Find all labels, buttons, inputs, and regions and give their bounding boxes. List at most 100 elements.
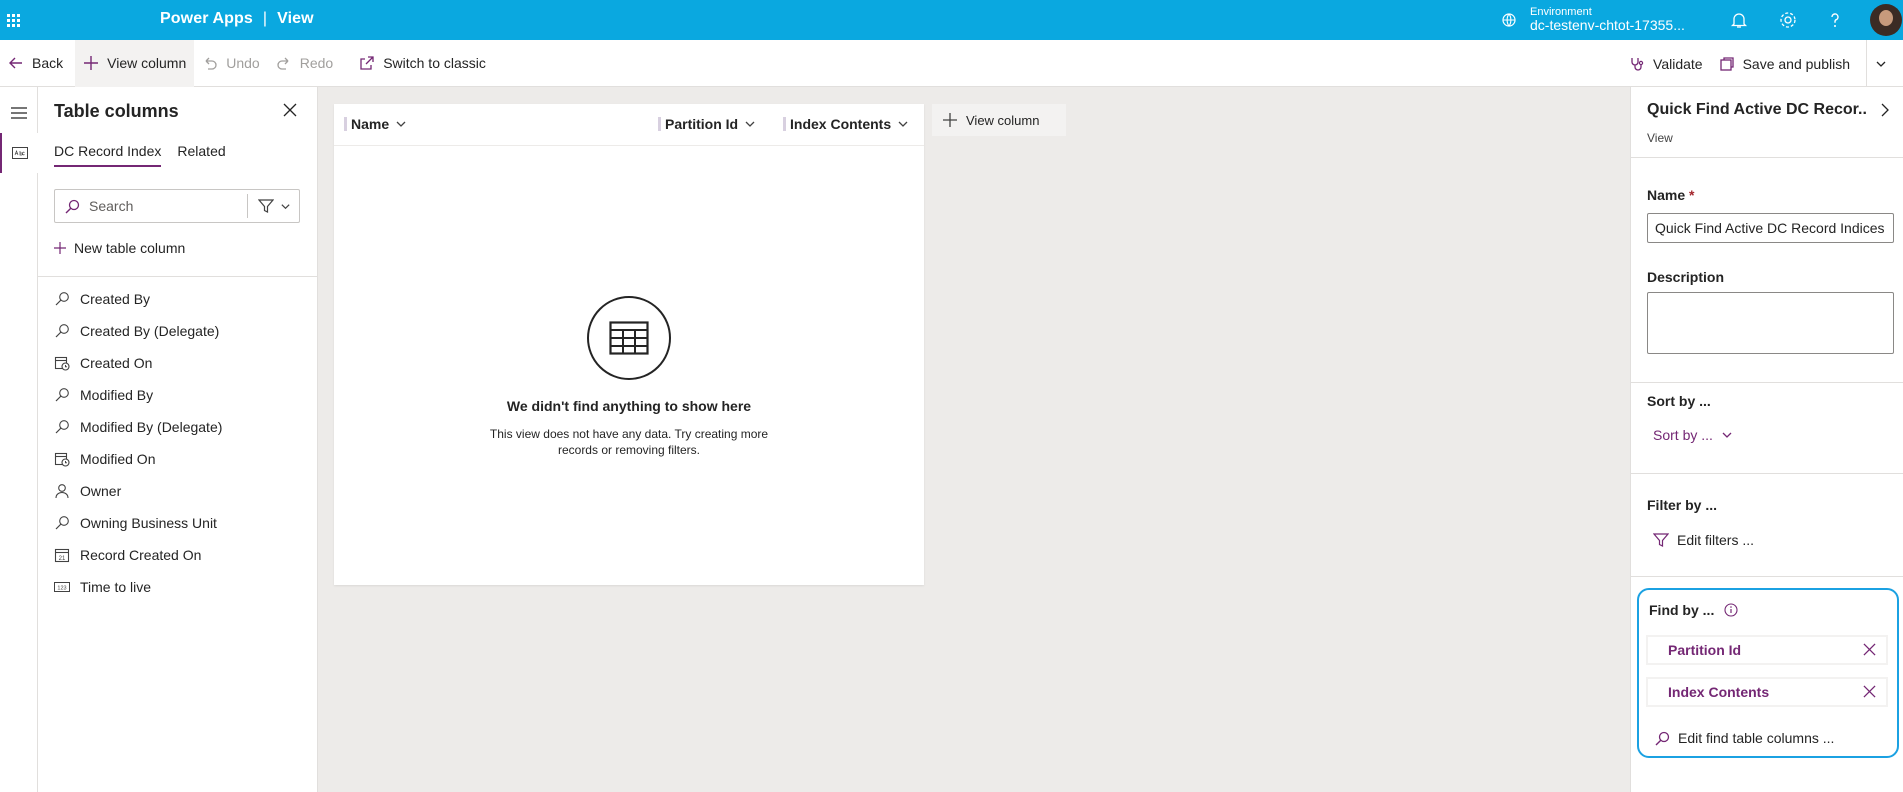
column-list-label: Modified On	[80, 451, 156, 467]
column-resize-handle[interactable]	[658, 117, 661, 131]
column-list-label: Record Created On	[80, 547, 202, 563]
save-and-publish-button[interactable]: Save and publish	[1711, 40, 1858, 87]
column-list-item[interactable]: Modified On	[54, 443, 304, 475]
switch-to-classic-button[interactable]: Switch to classic	[351, 40, 494, 87]
column-header-index-contents[interactable]: Index Contents	[783, 116, 909, 132]
settings-button[interactable]	[1777, 9, 1799, 31]
title-separator: |	[262, 10, 268, 27]
redo-label: Redo	[299, 55, 334, 71]
command-bar: Back View column Undo Redo Switch to cla…	[0, 39, 1903, 87]
collapse-properties-button[interactable]	[1879, 103, 1891, 120]
back-button[interactable]: Back	[0, 40, 71, 87]
column-list-item[interactable]: Created By (Delegate)	[54, 315, 304, 347]
environment-icon	[1502, 13, 1516, 27]
properties-subtitle: View	[1647, 131, 1673, 145]
new-table-column-button[interactable]: New table column	[54, 240, 185, 256]
table-columns-panel: Table columns DC Record Index Related Ne…	[38, 87, 318, 792]
empty-state-title: We didn't find anything to show here	[506, 398, 752, 414]
validate-label: Validate	[1653, 55, 1703, 72]
view-column-label: View column	[107, 55, 187, 71]
environment-picker[interactable]: Environment dc-testenv-chtot-17355...	[1500, 0, 1685, 40]
add-view-column-button[interactable]: View column	[75, 39, 195, 87]
person-icon	[54, 483, 75, 499]
sort-by-button-label: Sort by ...	[1653, 427, 1713, 443]
new-column-label: New table column	[74, 240, 186, 256]
column-search-box	[54, 189, 300, 223]
empty-state-graphic	[587, 296, 671, 380]
chevron-right-icon	[1881, 103, 1889, 117]
column-list-item[interactable]: 21 Record Created On	[54, 539, 304, 571]
undo-button[interactable]: Undo	[194, 40, 267, 87]
column-list-item[interactable]: Modified By	[54, 379, 304, 411]
date-icon: 21	[54, 547, 75, 563]
view-name-input[interactable]	[1647, 213, 1894, 243]
back-label: Back	[32, 55, 64, 71]
notifications-button[interactable]	[1728, 9, 1750, 31]
column-header-partition-id[interactable]: Partition Id	[658, 116, 756, 132]
properties-divider	[1631, 473, 1903, 474]
tab-dc-record-index[interactable]: DC Record Index	[54, 143, 162, 167]
empty-desc-line: records or removing filters.	[557, 443, 701, 457]
edit-filters-button[interactable]: Edit filters ...	[1653, 532, 1754, 548]
app-section: View	[277, 10, 314, 27]
text-field-icon	[12, 147, 28, 159]
search-icon	[65, 199, 79, 213]
column-list-item[interactable]: Created On	[54, 347, 304, 379]
find-column-chip: Partition Id	[1647, 636, 1887, 664]
column-header-name[interactable]: Name	[344, 116, 407, 132]
find-column-chip: Index Contents	[1647, 678, 1887, 706]
find-by-section: Find by ... Partition Id Index Contents …	[1637, 588, 1899, 758]
app-launcher-button[interactable]	[0, 0, 26, 40]
question-icon	[1831, 13, 1839, 27]
find-column-label: Index Contents	[1668, 684, 1770, 700]
left-rail	[0, 87, 38, 792]
column-list-item[interactable]: 123 Time to live	[54, 571, 304, 603]
search-input[interactable]	[89, 198, 239, 214]
panel-tabs: DC Record Index Related	[54, 143, 242, 167]
help-button[interactable]	[1824, 9, 1846, 31]
close-panel-button[interactable]	[283, 103, 301, 121]
remove-find-column-button[interactable]	[1863, 643, 1876, 659]
bell-icon	[1730, 13, 1748, 28]
app-header: Power Apps | View Environment dc-testenv-c…	[0, 0, 1903, 40]
properties-divider	[1631, 382, 1903, 383]
user-avatar[interactable]	[1870, 4, 1902, 36]
save-options-dropdown[interactable]	[1867, 40, 1903, 87]
validate-button[interactable]: Validate	[1621, 40, 1711, 87]
environment-name: dc-testenv-chtot-17355...	[1530, 17, 1685, 34]
lookup-icon	[54, 323, 75, 339]
chevron-down-icon	[281, 203, 290, 209]
edit-filters-label: Edit filters ...	[1677, 532, 1755, 548]
hamburger-icon	[11, 107, 27, 119]
close-icon	[283, 103, 297, 117]
redo-button[interactable]: Redo	[268, 40, 341, 87]
waffle-icon	[6, 13, 20, 27]
column-list-label: Created By (Delegate)	[80, 323, 220, 339]
table-grid-icon	[609, 321, 649, 355]
filter-dropdown-button[interactable]	[247, 194, 299, 218]
description-label: Description	[1647, 269, 1725, 285]
stethoscope-icon	[1631, 57, 1644, 71]
info-icon[interactable]	[1724, 603, 1738, 617]
lookup-icon	[54, 387, 75, 403]
close-icon	[1863, 685, 1876, 698]
column-list-item[interactable]: Owner	[54, 475, 304, 507]
add-view-column-grid-button[interactable]: View column	[932, 104, 1066, 136]
column-resize-handle[interactable]	[783, 117, 786, 131]
column-list-item[interactable]: Owning Business Unit	[54, 507, 304, 539]
column-list-item[interactable]: Created By	[54, 283, 304, 315]
tab-related[interactable]: Related	[177, 143, 225, 167]
column-header-label: Partition Id	[665, 116, 739, 132]
remove-find-column-button[interactable]	[1863, 685, 1876, 701]
column-list-item[interactable]: Modified By (Delegate)	[54, 411, 304, 443]
app-name[interactable]: Power Apps	[160, 10, 253, 27]
number-icon: 123	[54, 579, 75, 595]
description-textarea[interactable]	[1647, 292, 1894, 354]
hamburger-menu-button[interactable]	[0, 93, 38, 133]
sort-by-dropdown[interactable]: Sort by ...	[1653, 427, 1733, 443]
column-resize-handle[interactable]	[344, 117, 347, 131]
edit-find-columns-label: Edit find table columns ...	[1678, 730, 1835, 746]
edit-find-columns-button[interactable]: Edit find table columns ...	[1655, 730, 1834, 746]
table-columns-rail-button[interactable]	[0, 133, 38, 173]
save-publish-label: Save and publish	[1742, 55, 1850, 72]
